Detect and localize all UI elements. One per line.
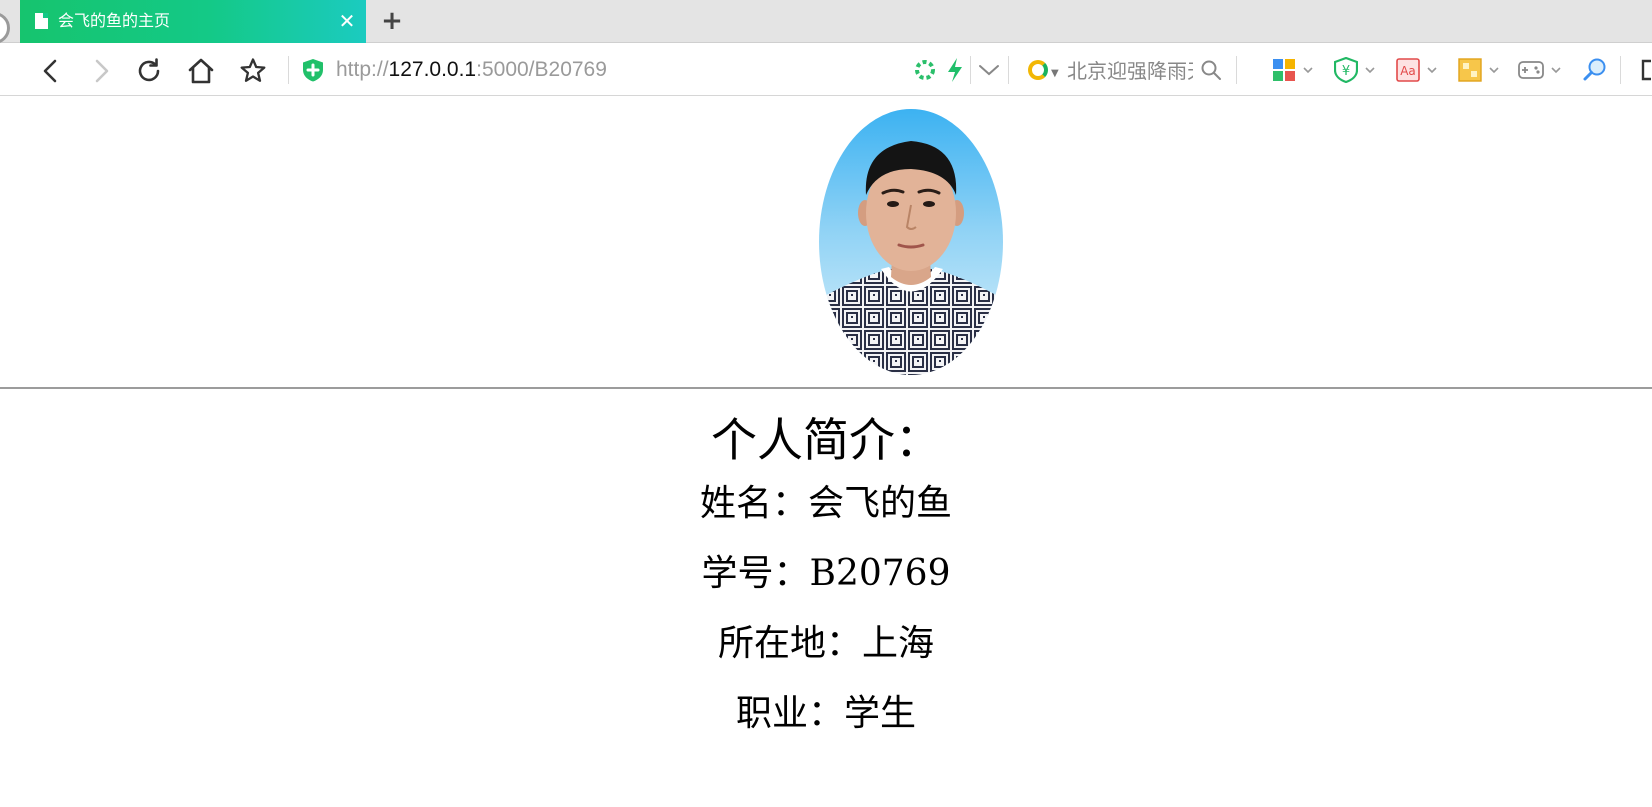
chevron-down-icon [1489, 67, 1499, 74]
money-shield-icon: ¥ [1334, 57, 1358, 83]
chevron-down-icon [979, 65, 999, 76]
home-button[interactable] [186, 56, 216, 86]
search-icon[interactable] [1200, 59, 1222, 81]
close-icon[interactable]: ✕ [336, 10, 358, 32]
chevron-down-icon [1551, 67, 1561, 74]
tab-active[interactable]: 会飞的鱼的主页 ✕ [20, 0, 366, 43]
apps-icon [1273, 59, 1295, 81]
svg-text:¥: ¥ [1342, 64, 1350, 79]
sidebar-toggle-button[interactable] [1634, 57, 1652, 83]
more-dropdown-button[interactable] [976, 57, 1002, 83]
gift-icon [1458, 58, 1482, 82]
gift-extension[interactable] [1458, 57, 1500, 83]
search-engine-icon[interactable] [1028, 60, 1048, 80]
bookmark-star-icon [240, 58, 266, 82]
chevron-down-icon: ▼ [1051, 68, 1059, 79]
translate-icon: Aa [1396, 58, 1420, 82]
back-icon [43, 59, 57, 83]
home-icon [188, 58, 214, 84]
profile-occupation: 职业：学生 [735, 693, 916, 734]
chevron-down-icon [1427, 67, 1437, 74]
toolbar-separator [1008, 56, 1009, 84]
search-input[interactable]: 北京迎强降雨天 [1067, 58, 1193, 84]
exit-icon [1641, 59, 1651, 81]
reload-icon [138, 58, 160, 82]
profile-section: 个人简介： 姓名：会飞的鱼 学号：B20769 所在地：上海 职业：学生 [0, 409, 1652, 759]
new-tab-button[interactable]: + [378, 8, 406, 36]
forward-icon [95, 59, 109, 83]
profile-name: 姓名：会飞的鱼 [699, 483, 952, 524]
back-button[interactable] [36, 56, 66, 86]
url-text[interactable]: http://127.0.0.1:5000/B20769 [336, 58, 607, 82]
bookmark-button[interactable] [238, 56, 268, 86]
profile-location: 所在地：上海 [717, 623, 934, 664]
browser-logo-icon[interactable] [0, 12, 10, 44]
game-icon [1518, 61, 1544, 79]
forward-button[interactable] [86, 56, 116, 86]
toolbar-separator [1620, 56, 1621, 84]
loading-spinner-icon [915, 60, 935, 80]
security-shield-icon[interactable] [302, 58, 324, 82]
game-extension[interactable] [1518, 57, 1562, 83]
toolbar-separator [288, 56, 289, 84]
lightning-icon [948, 58, 962, 82]
url-path: :5000/B20769 [476, 58, 607, 81]
page-icon [35, 13, 48, 29]
profile-photo [819, 109, 1003, 375]
profile-student-id: 学号：B20769 [701, 553, 951, 594]
url-scheme: http:// [336, 58, 389, 81]
address-bar[interactable]: http://127.0.0.1:5000/B20769 [302, 54, 902, 86]
profile-heading: 个人简介： [711, 413, 941, 467]
translate-extension[interactable]: Aa [1396, 57, 1438, 83]
divider [0, 387, 1652, 389]
reload-button[interactable] [134, 56, 164, 86]
chevron-down-icon [1303, 67, 1313, 74]
tab-strip: 会飞的鱼的主页 ✕ + [0, 0, 1652, 44]
toolbar-separator [970, 56, 971, 84]
search-box[interactable]: ▼ 北京迎强降雨天 [1024, 56, 1221, 86]
person-portrait [819, 141, 1003, 375]
svg-text:Aa: Aa [1400, 64, 1416, 78]
toolbar-separator [1236, 56, 1237, 84]
apps-extension[interactable] [1272, 57, 1314, 83]
speed-dial-button[interactable] [912, 57, 938, 83]
tab-title: 会飞的鱼的主页 [58, 11, 171, 30]
payment-shield-extension[interactable]: ¥ [1334, 57, 1376, 83]
zoom-icon [1583, 58, 1606, 81]
page-content: 个人简介： 姓名：会飞的鱼 学号：B20769 所在地：上海 职业：学生 [0, 97, 1652, 807]
chevron-down-icon [1365, 67, 1375, 74]
accelerate-button[interactable] [942, 57, 968, 83]
zoom-extension[interactable] [1582, 57, 1608, 83]
toolbar: http://127.0.0.1:5000/B20769 ▼ 北京迎强降雨天 ¥… [0, 44, 1652, 96]
url-host: 127.0.0.1 [388, 58, 477, 81]
